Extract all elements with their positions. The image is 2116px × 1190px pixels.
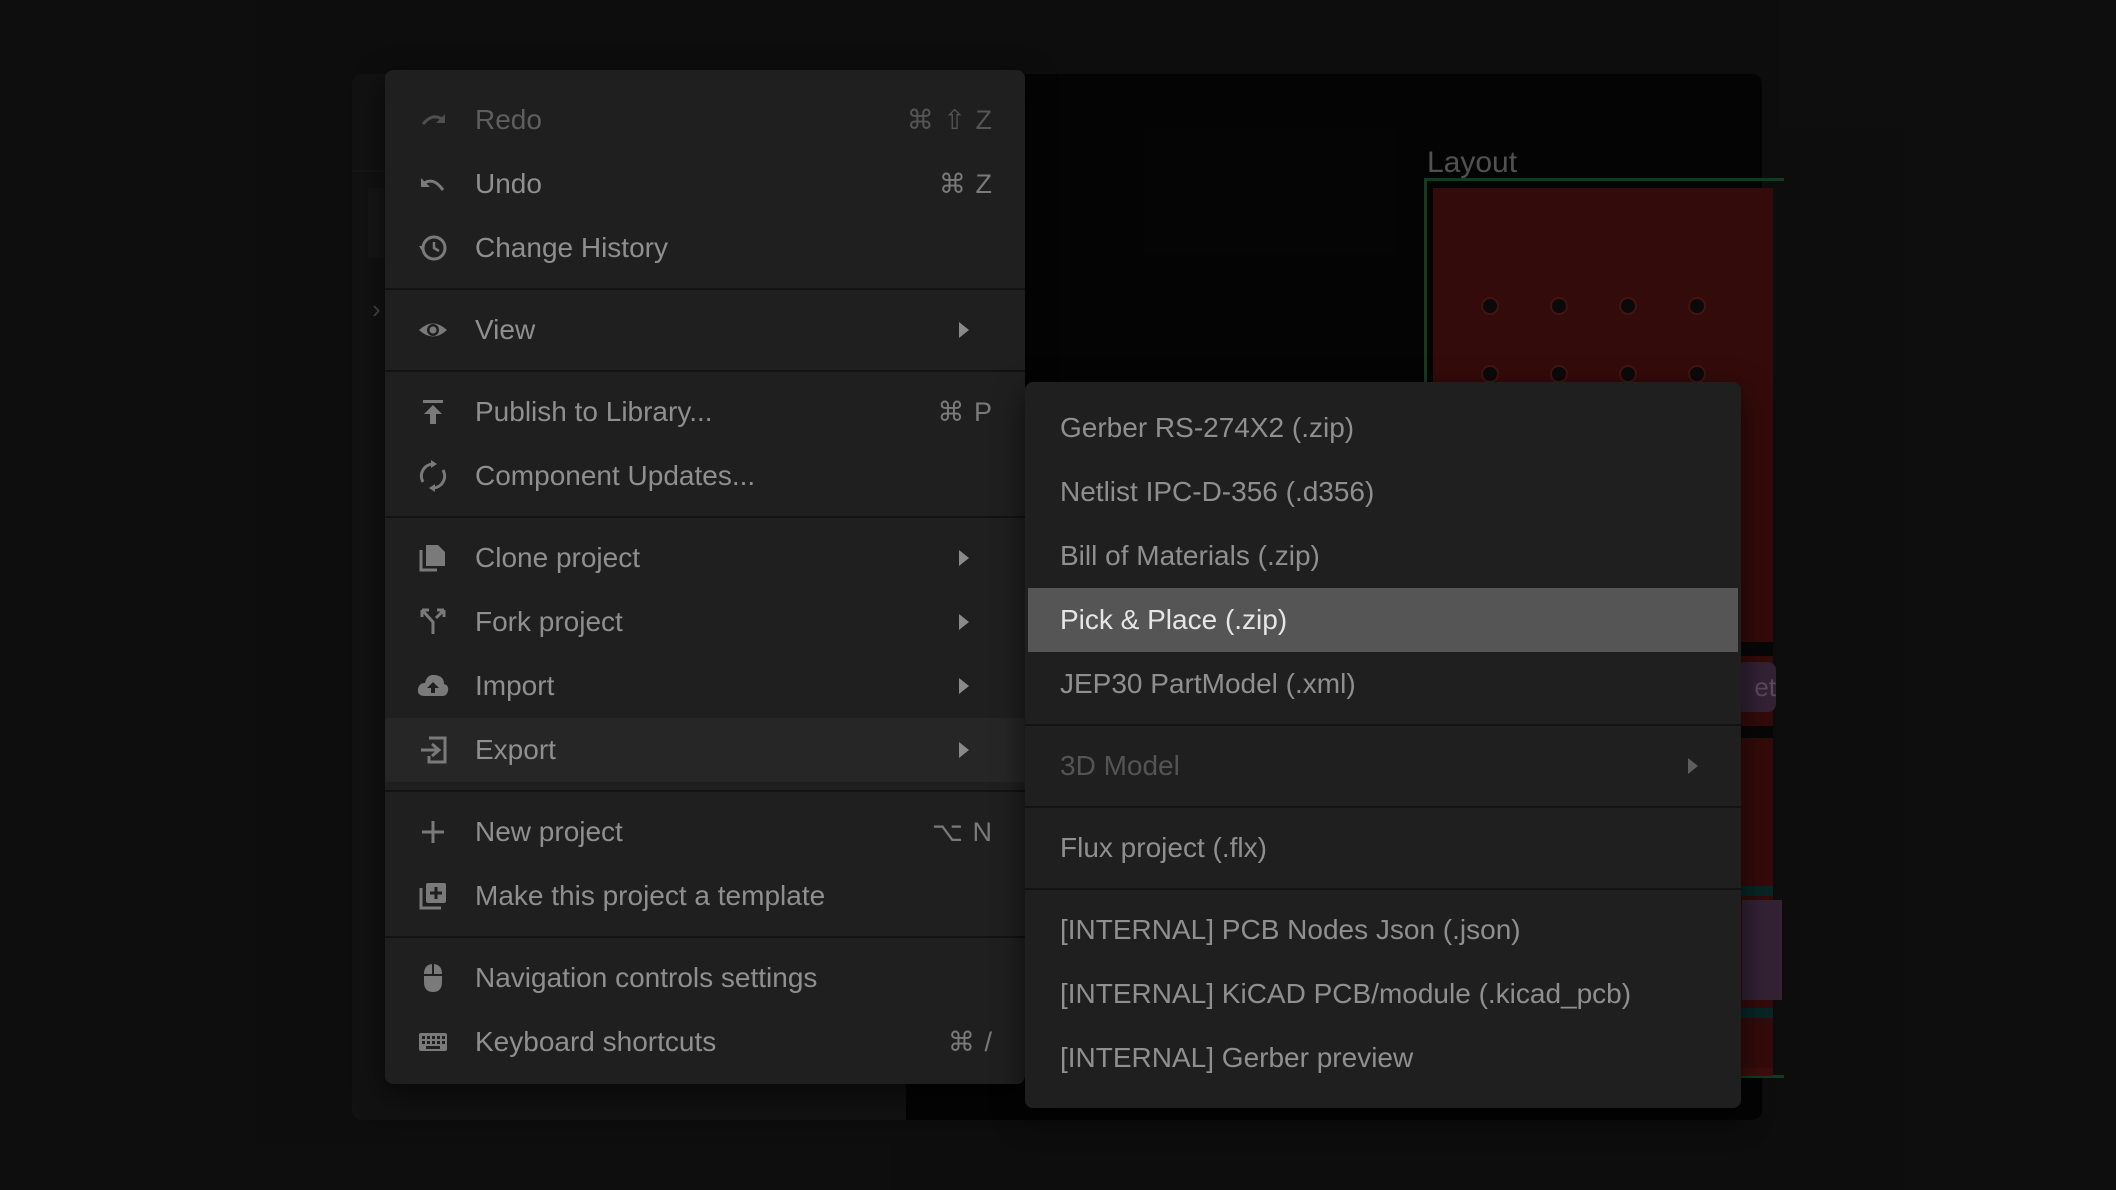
- undo-icon: [417, 168, 449, 200]
- menu-item-label: Publish to Library...: [475, 396, 713, 427]
- menu-divider: [385, 936, 1025, 938]
- menu-item-redo[interactable]: Redo ⌘ ⇧ Z: [385, 88, 1025, 152]
- export-item-internal-kicad[interactable]: [INTERNAL] KiCAD PCB/module (.kicad_pcb): [1028, 962, 1738, 1026]
- library-add-icon: [417, 880, 449, 912]
- chevron-right-icon: [959, 678, 969, 694]
- export-item-label: Netlist IPC-D-356 (.d356): [1060, 476, 1375, 507]
- eye-icon: [417, 314, 449, 346]
- menu-item-clone[interactable]: Clone project: [385, 526, 1025, 590]
- export-item-jep30[interactable]: JEP30 PartModel (.xml): [1028, 652, 1738, 716]
- export-item-label: Bill of Materials (.zip): [1060, 540, 1320, 571]
- export-item-gerber[interactable]: Gerber RS-274X2 (.zip): [1028, 396, 1738, 460]
- menu-divider: [385, 288, 1025, 290]
- export-item-pick-place[interactable]: Pick & Place (.zip): [1028, 588, 1738, 652]
- menu-item-component-updates[interactable]: Component Updates...: [385, 444, 1025, 508]
- menu-divider: [1025, 724, 1741, 726]
- menu-item-shortcut: ⌘ P: [937, 396, 993, 427]
- menu-item-keyboard-shortcuts[interactable]: Keyboard shortcuts ⌘ /: [385, 1010, 1025, 1074]
- export-item-label: 3D Model: [1060, 750, 1180, 781]
- menu-item-label: Export: [475, 734, 556, 765]
- keyboard-icon: [417, 1026, 449, 1058]
- menu-item-label: Import: [475, 670, 555, 701]
- export-item-label: [INTERNAL] KiCAD PCB/module (.kicad_pcb): [1060, 978, 1632, 1009]
- export-item-bom[interactable]: Bill of Materials (.zip): [1028, 524, 1738, 588]
- menu-item-publish[interactable]: Publish to Library... ⌘ P: [385, 380, 1025, 444]
- history-icon: [417, 232, 449, 264]
- export-item-3d-model[interactable]: 3D Model: [1028, 734, 1738, 798]
- menu-item-label: Fork project: [475, 606, 623, 637]
- menu-item-make-template[interactable]: Make this project a template: [385, 864, 1025, 928]
- fork-icon: [417, 606, 449, 638]
- menu-item-shortcut: ⌥ N: [931, 816, 993, 847]
- menu-item-view[interactable]: View: [385, 298, 1025, 362]
- menu-item-label: Change History: [475, 232, 668, 263]
- menu-item-undo[interactable]: Undo ⌘ Z: [385, 152, 1025, 216]
- export-submenu: Gerber RS-274X2 (.zip) Netlist IPC-D-356 …: [1025, 382, 1741, 1108]
- menu-item-label: Navigation controls settings: [475, 962, 818, 993]
- sync-icon: [417, 460, 449, 492]
- menu-item-label: Keyboard shortcuts: [475, 1026, 717, 1057]
- chevron-right-icon: [959, 614, 969, 630]
- menu-item-fork[interactable]: Fork project: [385, 590, 1025, 654]
- menu-item-shortcut: ⌘ /: [947, 1026, 993, 1057]
- copy-icon: [417, 542, 449, 574]
- project-menu: Redo ⌘ ⇧ Z Undo ⌘ Z Change History View Publis…: [385, 70, 1025, 1084]
- menu-item-import[interactable]: Import: [385, 654, 1025, 718]
- redo-icon: [417, 104, 449, 136]
- menu-item-label: New project: [475, 816, 623, 847]
- cloud-upload-icon: [417, 670, 449, 702]
- menu-divider: [385, 370, 1025, 372]
- export-item-flux-project[interactable]: Flux project (.flx): [1028, 816, 1738, 880]
- menu-item-change-history[interactable]: Change History: [385, 216, 1025, 280]
- menu-item-shortcut: ⌘ Z: [939, 168, 993, 199]
- menu-item-nav-controls[interactable]: Navigation controls settings: [385, 946, 1025, 1010]
- menu-item-shortcut: ⌘ ⇧ Z: [906, 104, 993, 135]
- chevron-right-icon: [959, 742, 969, 758]
- chevron-right-icon: [959, 322, 969, 338]
- export-item-netlist[interactable]: Netlist IPC-D-356 (.d356): [1028, 460, 1738, 524]
- menu-item-export[interactable]: Export: [385, 718, 1025, 782]
- export-item-label: [INTERNAL] Gerber preview: [1060, 1042, 1414, 1073]
- menu-divider: [385, 790, 1025, 792]
- plus-icon: [417, 816, 449, 848]
- chevron-right-icon: [1688, 758, 1698, 774]
- menu-divider: [1025, 806, 1741, 808]
- menu-item-label: Make this project a template: [475, 880, 826, 911]
- export-item-label: Flux project (.flx): [1060, 832, 1267, 863]
- export-item-internal-pcb-json[interactable]: [INTERNAL] PCB Nodes Json (.json): [1028, 898, 1738, 962]
- menu-item-label: Component Updates...: [475, 460, 756, 491]
- menu-item-label: View: [475, 314, 536, 345]
- menu-item-label: Undo: [475, 168, 542, 199]
- export-item-label: Gerber RS-274X2 (.zip): [1060, 412, 1355, 443]
- menu-item-label: Redo: [475, 104, 542, 135]
- mouse-icon: [417, 962, 449, 994]
- menu-item-new-project[interactable]: New project ⌥ N: [385, 800, 1025, 864]
- publish-icon: [417, 396, 449, 428]
- export-icon: [417, 734, 449, 766]
- export-item-label: [INTERNAL] PCB Nodes Json (.json): [1060, 914, 1521, 945]
- menu-item-label: Clone project: [475, 542, 640, 573]
- export-item-internal-gerber-preview[interactable]: [INTERNAL] Gerber preview: [1028, 1026, 1738, 1090]
- export-item-label: Pick & Place (.zip): [1060, 604, 1288, 635]
- menu-divider: [1025, 888, 1741, 890]
- export-item-label: JEP30 PartModel (.xml): [1060, 668, 1356, 699]
- menu-divider: [385, 516, 1025, 518]
- chevron-right-icon: [959, 550, 969, 566]
